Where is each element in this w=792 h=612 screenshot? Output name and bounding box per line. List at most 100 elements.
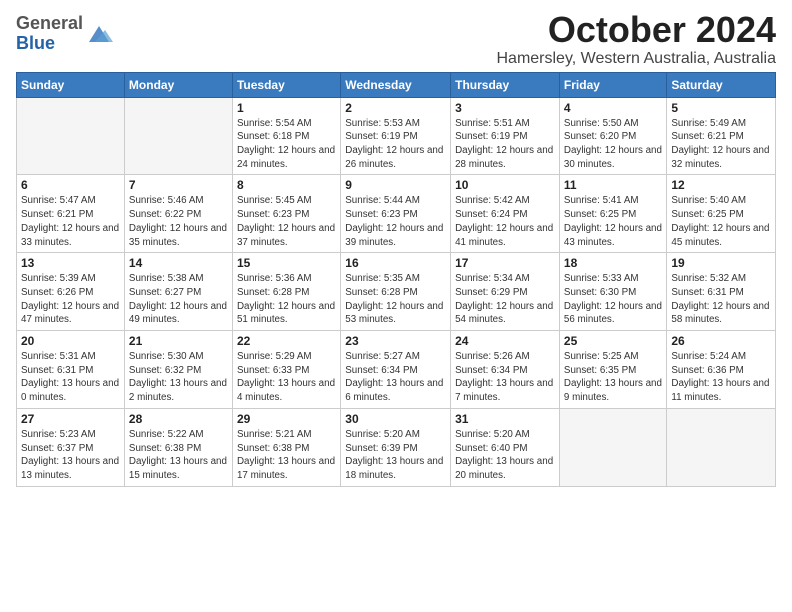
calendar-cell: 4 Sunrise: 5:50 AM Sunset: 6:20 PM Daylig… xyxy=(559,97,666,175)
cell-info: Sunrise: 5:34 AM Sunset: 6:29 PM Dayligh… xyxy=(455,272,555,327)
calendar-cell: 10Sunrise: 5:42 AM Sunset: 6:24 PM Dayli… xyxy=(451,175,560,253)
calendar-header-friday: Friday xyxy=(559,72,666,97)
calendar-cell: 23 Sunrise: 5:27 AM Sunset: 6:34 PM Dayli… xyxy=(341,331,451,409)
cell-day-number: 23 xyxy=(345,334,446,348)
cell-info: Sunrise: 5:50 AM Sunset: 6:20 PM Dayligh… xyxy=(564,117,662,172)
calendar-cell: 19 Sunrise: 5:32 AM Sunset: 6:31 PM Dayli… xyxy=(667,253,776,331)
cell-day-number: 2 xyxy=(345,101,446,115)
cell-day-number: 24 xyxy=(455,334,555,348)
calendar-cell: 24 Sunrise: 5:26 AM Sunset: 6:34 PM Dayli… xyxy=(451,331,560,409)
page-subtitle: Hamersley, Western Australia, Australia xyxy=(496,50,776,68)
cell-info: Sunrise: 5:44 AM Sunset: 6:23 PM Dayligh… xyxy=(345,194,446,249)
calendar-cell: 13Sunrise: 5:39 AM Sunset: 6:26 PM Dayli… xyxy=(17,253,125,331)
calendar-table: SundayMondayTuesdayWednesdayThursdayFrid… xyxy=(16,72,776,487)
cell-day-number: 19 xyxy=(671,256,771,270)
title-block: October 2024 Hamersley, Western Australi… xyxy=(496,10,776,68)
calendar-cell: 16Sunrise: 5:35 AM Sunset: 6:28 PM Dayli… xyxy=(341,253,451,331)
cell-info: Sunrise: 5:20 AM Sunset: 6:40 PM Dayligh… xyxy=(455,428,555,483)
calendar-cell: 17 Sunrise: 5:34 AM Sunset: 6:29 PM Dayli… xyxy=(451,253,560,331)
cell-info: Sunrise: 5:40 AM Sunset: 6:25 PM Dayligh… xyxy=(671,194,771,249)
calendar-cell: 28 Sunrise: 5:22 AM Sunset: 6:38 PM Dayli… xyxy=(124,408,232,486)
cell-day-number: 30 xyxy=(345,412,446,426)
calendar-cell: 30 Sunrise: 5:20 AM Sunset: 6:39 PM Dayli… xyxy=(341,408,451,486)
cell-day-number: 29 xyxy=(237,412,336,426)
calendar-header-row: SundayMondayTuesdayWednesdayThursdayFrid… xyxy=(17,72,776,97)
cell-info: Sunrise: 5:36 AM Sunset: 6:28 PM Dayligh… xyxy=(237,272,336,327)
cell-info: Sunrise: 5:49 AM Sunset: 6:21 PM Dayligh… xyxy=(671,117,771,172)
cell-day-number: 11 xyxy=(564,178,662,192)
calendar-header-sunday: Sunday xyxy=(17,72,125,97)
cell-day-number: 9 xyxy=(345,178,446,192)
calendar-week-3: 13Sunrise: 5:39 AM Sunset: 6:26 PM Dayli… xyxy=(17,253,776,331)
calendar-week-5: 27 Sunrise: 5:23 AM Sunset: 6:37 PM Dayli… xyxy=(17,408,776,486)
calendar-header-saturday: Saturday xyxy=(667,72,776,97)
logo: General Blue xyxy=(16,14,113,54)
calendar-cell: 1Sunrise: 5:54 AM Sunset: 6:18 PM Daylig… xyxy=(232,97,340,175)
calendar-header-tuesday: Tuesday xyxy=(232,72,340,97)
cell-info: Sunrise: 5:53 AM Sunset: 6:19 PM Dayligh… xyxy=(345,117,446,172)
cell-info: Sunrise: 5:21 AM Sunset: 6:38 PM Dayligh… xyxy=(237,428,336,483)
cell-day-number: 31 xyxy=(455,412,555,426)
cell-info: Sunrise: 5:31 AM Sunset: 6:31 PM Dayligh… xyxy=(21,350,120,405)
cell-day-number: 12 xyxy=(671,178,771,192)
calendar-cell: 3 Sunrise: 5:51 AM Sunset: 6:19 PM Daylig… xyxy=(451,97,560,175)
calendar-cell: 5 Sunrise: 5:49 AM Sunset: 6:21 PM Daylig… xyxy=(667,97,776,175)
cell-day-number: 14 xyxy=(129,256,228,270)
calendar-week-1: 1Sunrise: 5:54 AM Sunset: 6:18 PM Daylig… xyxy=(17,97,776,175)
cell-info: Sunrise: 5:22 AM Sunset: 6:38 PM Dayligh… xyxy=(129,428,228,483)
calendar-cell: 11 Sunrise: 5:41 AM Sunset: 6:25 PM Dayli… xyxy=(559,175,666,253)
logo-text: General Blue xyxy=(16,14,83,54)
calendar-cell xyxy=(667,408,776,486)
cell-day-number: 27 xyxy=(21,412,120,426)
logo-blue: Blue xyxy=(16,34,83,54)
cell-info: Sunrise: 5:23 AM Sunset: 6:37 PM Dayligh… xyxy=(21,428,120,483)
calendar-cell: 2 Sunrise: 5:53 AM Sunset: 6:19 PM Daylig… xyxy=(341,97,451,175)
cell-info: Sunrise: 5:27 AM Sunset: 6:34 PM Dayligh… xyxy=(345,350,446,405)
calendar-cell: 15Sunrise: 5:36 AM Sunset: 6:28 PM Dayli… xyxy=(232,253,340,331)
cell-day-number: 18 xyxy=(564,256,662,270)
cell-info: Sunrise: 5:25 AM Sunset: 6:35 PM Dayligh… xyxy=(564,350,662,405)
cell-info: Sunrise: 5:30 AM Sunset: 6:32 PM Dayligh… xyxy=(129,350,228,405)
cell-info: Sunrise: 5:42 AM Sunset: 6:24 PM Dayligh… xyxy=(455,194,555,249)
calendar-cell: 29 Sunrise: 5:21 AM Sunset: 6:38 PM Dayli… xyxy=(232,408,340,486)
calendar-cell: 7 Sunrise: 5:46 AM Sunset: 6:22 PM Daylig… xyxy=(124,175,232,253)
cell-info: Sunrise: 5:41 AM Sunset: 6:25 PM Dayligh… xyxy=(564,194,662,249)
cell-info: Sunrise: 5:51 AM Sunset: 6:19 PM Dayligh… xyxy=(455,117,555,172)
cell-day-number: 25 xyxy=(564,334,662,348)
cell-info: Sunrise: 5:26 AM Sunset: 6:34 PM Dayligh… xyxy=(455,350,555,405)
cell-day-number: 26 xyxy=(671,334,771,348)
cell-day-number: 6 xyxy=(21,178,120,192)
cell-day-number: 17 xyxy=(455,256,555,270)
cell-info: Sunrise: 5:47 AM Sunset: 6:21 PM Dayligh… xyxy=(21,194,120,249)
calendar-cell xyxy=(559,408,666,486)
cell-day-number: 28 xyxy=(129,412,228,426)
calendar-cell xyxy=(17,97,125,175)
cell-info: Sunrise: 5:39 AM Sunset: 6:26 PM Dayligh… xyxy=(21,272,120,327)
calendar-cell: 27 Sunrise: 5:23 AM Sunset: 6:37 PM Dayli… xyxy=(17,408,125,486)
cell-info: Sunrise: 5:32 AM Sunset: 6:31 PM Dayligh… xyxy=(671,272,771,327)
page: General Blue October 2024 Hamersley, Wes… xyxy=(0,0,792,612)
calendar-week-2: 6 Sunrise: 5:47 AM Sunset: 6:21 PM Daylig… xyxy=(17,175,776,253)
cell-info: Sunrise: 5:45 AM Sunset: 6:23 PM Dayligh… xyxy=(237,194,336,249)
calendar-cell: 18 Sunrise: 5:33 AM Sunset: 6:30 PM Dayli… xyxy=(559,253,666,331)
cell-info: Sunrise: 5:54 AM Sunset: 6:18 PM Dayligh… xyxy=(237,117,336,172)
logo-icon xyxy=(85,20,113,48)
cell-day-number: 5 xyxy=(671,101,771,115)
calendar-week-4: 20Sunrise: 5:31 AM Sunset: 6:31 PM Dayli… xyxy=(17,331,776,409)
calendar-cell xyxy=(124,97,232,175)
cell-info: Sunrise: 5:20 AM Sunset: 6:39 PM Dayligh… xyxy=(345,428,446,483)
calendar-cell: 9 Sunrise: 5:44 AM Sunset: 6:23 PM Daylig… xyxy=(341,175,451,253)
logo-general: General xyxy=(16,14,83,34)
calendar-cell: 22 Sunrise: 5:29 AM Sunset: 6:33 PM Dayli… xyxy=(232,331,340,409)
calendar-cell: 12 Sunrise: 5:40 AM Sunset: 6:25 PM Dayli… xyxy=(667,175,776,253)
page-title: October 2024 xyxy=(496,10,776,50)
cell-info: Sunrise: 5:29 AM Sunset: 6:33 PM Dayligh… xyxy=(237,350,336,405)
cell-info: Sunrise: 5:46 AM Sunset: 6:22 PM Dayligh… xyxy=(129,194,228,249)
cell-day-number: 7 xyxy=(129,178,228,192)
cell-day-number: 22 xyxy=(237,334,336,348)
cell-day-number: 3 xyxy=(455,101,555,115)
cell-day-number: 4 xyxy=(564,101,662,115)
calendar-header-thursday: Thursday xyxy=(451,72,560,97)
cell-info: Sunrise: 5:33 AM Sunset: 6:30 PM Dayligh… xyxy=(564,272,662,327)
header: General Blue October 2024 Hamersley, Wes… xyxy=(16,10,776,68)
